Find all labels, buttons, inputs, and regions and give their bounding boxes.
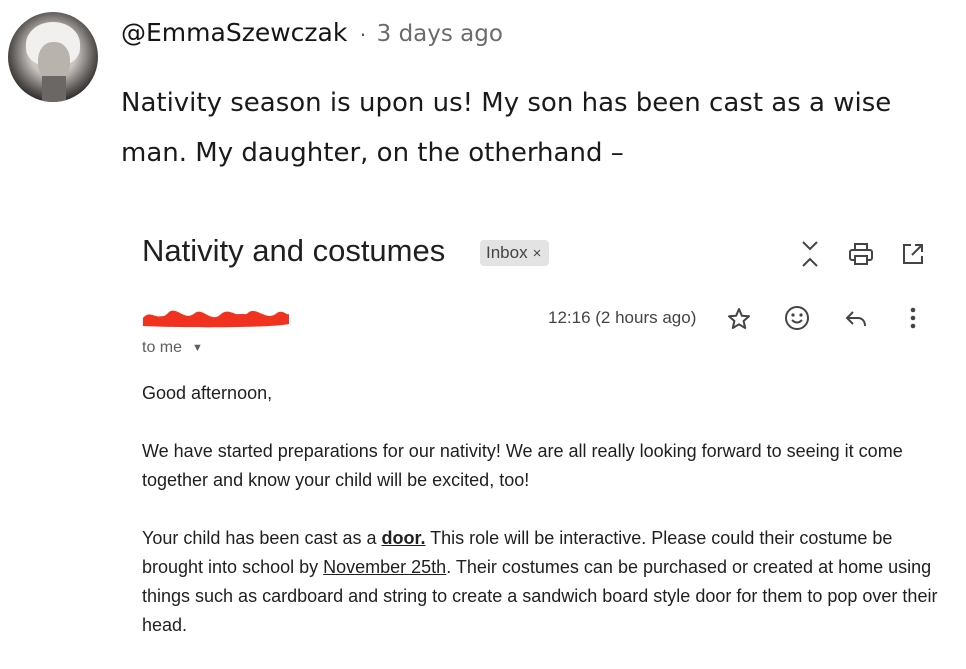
emoji-icon[interactable] (782, 303, 812, 333)
print-icon[interactable] (846, 239, 876, 269)
recipient-label: to me (142, 339, 183, 356)
cast-role: door. (381, 528, 426, 548)
caret-down-icon: ▼ (192, 341, 203, 354)
inbox-label-text: Inbox (486, 243, 528, 262)
email-greeting: Good afternoon, (142, 383, 273, 403)
collapse-icon[interactable] (795, 239, 825, 269)
more-vert-icon[interactable] (898, 303, 928, 333)
post-text: Nativity season is upon us! My son has b… (121, 88, 892, 168)
avatar[interactable] (8, 12, 98, 102)
email-paragraph-2: Your child has been cast as a door. This… (142, 524, 942, 640)
email-timestamp: 12:16 (2 hours ago) (548, 308, 697, 327)
email-subject: Nativity and costumes (142, 233, 446, 268)
star-icon[interactable] (724, 304, 754, 334)
inbox-label[interactable]: Inbox × (480, 240, 550, 266)
sender-name-redacted (141, 304, 291, 328)
user-handle[interactable]: @EmmaSzewczak (121, 18, 347, 47)
post-time: 3 days ago (376, 21, 503, 47)
label-close-icon[interactable]: × (533, 245, 542, 262)
avatar-neck (42, 76, 66, 102)
p2-part-a: Your child has been cast as a (142, 528, 382, 548)
due-date: November 25th (323, 557, 447, 577)
email-screenshot: Nativity and costumes Inbox × to me ▼ 12:1… (0, 215, 966, 652)
meta-separator: · (359, 21, 367, 46)
recipient-dropdown[interactable]: to me ▼ (142, 339, 203, 357)
social-post: @EmmaSzewczak · 3 days ago Nativity seas… (0, 0, 966, 652)
reply-icon[interactable] (841, 304, 871, 334)
open-in-new-icon[interactable] (898, 239, 928, 269)
email-body: Good afternoon, We have started preparat… (142, 379, 942, 669)
post-meta: @EmmaSzewczak · 3 days ago (121, 18, 503, 52)
email-paragraph-1: We have started preparations for our nat… (142, 441, 903, 490)
